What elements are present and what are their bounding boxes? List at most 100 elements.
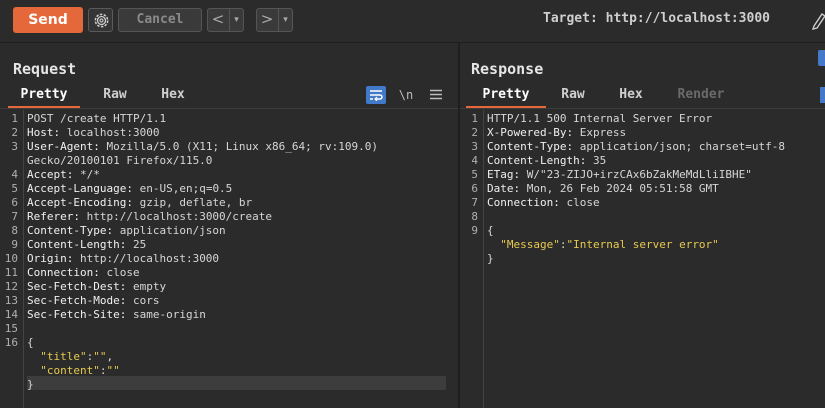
line-number: 9 <box>11 238 18 251</box>
line-content: HTTP/1.1 500 Internal Server Error <box>487 112 713 125</box>
line-number: 4 <box>471 154 478 167</box>
line-number: 1 <box>471 112 478 125</box>
request-tab-raw[interactable]: Raw <box>92 84 138 108</box>
header-name: Accept-Language: <box>27 182 133 195</box>
hamburger-menu-icon <box>430 89 442 100</box>
line-content: Accept-Language: en-US,en;q=0.5 <box>27 182 232 196</box>
request-line: 11 Connection: close <box>0 266 458 280</box>
line-number: 7 <box>471 196 478 209</box>
line-number: 6 <box>11 196 18 209</box>
line-content: ETag: W/"23-ZIJO+irzCAx6bZakMeMdLliIBHE" <box>487 168 752 182</box>
request-line: 3 User-Agent: Mozilla/5.0 (X11; Linux x86… <box>0 140 458 154</box>
line-content: Host: localhost:3000 <box>27 126 159 140</box>
header-name: Referer: <box>27 210 80 223</box>
line-number: 13 <box>4 294 18 307</box>
header-name: ETag: <box>487 168 521 181</box>
forward-arrow-icon: > <box>260 10 274 28</box>
request-tab-pretty[interactable]: Pretty <box>8 84 80 108</box>
request-tab-hex[interactable]: Hex <box>150 84 196 108</box>
json-key: "Message" <box>487 238 560 251</box>
header-name: Sec-Fetch-Site: <box>27 308 127 321</box>
request-line: } <box>0 378 458 392</box>
request-line: 7 Referer: http://localhost:3000/create <box>0 210 458 224</box>
line-number: 6 <box>471 182 478 195</box>
line-number: 2 <box>471 126 478 139</box>
response-tabs-underline <box>460 108 825 109</box>
response-editor[interactable]: 1 HTTP/1.1 500 Internal Server Error 2 X-Po… <box>460 110 825 408</box>
response-line: } <box>460 252 825 266</box>
header-name: Connection: <box>487 196 560 209</box>
header-name: Content-Length: <box>487 154 587 167</box>
response-tabs: Pretty Raw Hex Render <box>460 84 825 108</box>
forward-button[interactable]: > ▾ <box>256 8 293 32</box>
back-history-dropdown[interactable]: ▾ <box>229 9 243 31</box>
request-line: Gecko/20100101 Firefox/115.0 <box>0 154 458 168</box>
back-arrow-icon: < <box>211 10 225 28</box>
json-value: "" <box>93 350 107 363</box>
response-line: 5 ETag: W/"23-ZIJO+irzCAx6bZakMeMdLliIBHE… <box>460 168 825 182</box>
header-name: Sec-Fetch-Mode: <box>27 294 127 307</box>
response-line: 3 Content-Type: application/json; charset… <box>460 140 825 154</box>
request-title: Request <box>13 60 77 78</box>
header-name: X-Powered-By: <box>487 126 574 139</box>
line-number: 1 <box>11 112 18 125</box>
line-number: 16 <box>4 336 18 349</box>
response-tab-pretty[interactable]: Pretty <box>466 84 546 108</box>
request-line: 4 Accept: */* <box>0 168 458 182</box>
header-value: close <box>99 266 140 279</box>
header-value: Express <box>573 126 627 139</box>
request-wrap-toggle[interactable] <box>366 86 386 104</box>
header-value: empty <box>126 280 167 293</box>
line-number: 14 <box>4 308 18 321</box>
header-name: User-Agent: <box>27 140 100 153</box>
header-value: gzip, deflate, br <box>132 196 253 209</box>
toolbar-divider <box>0 42 825 43</box>
line-content: Accept-Encoding: gzip, deflate, br <box>27 196 252 210</box>
line-content: { <box>27 336 34 349</box>
line-number: 8 <box>471 210 478 223</box>
header-value: application/json <box>113 224 226 237</box>
forward-history-dropdown[interactable]: ▾ <box>278 9 292 31</box>
request-newline-toggle[interactable]: \n <box>396 86 416 104</box>
line-number: 8 <box>11 224 18 237</box>
header-name: Date: <box>487 182 521 195</box>
line-content: Content-Type: application/json; charset=… <box>487 140 785 154</box>
request-line: 9 Content-Length: 25 <box>0 238 458 252</box>
response-line: 4 Content-Length: 35 <box>460 154 825 168</box>
header-name: Accept-Encoding: <box>27 196 133 209</box>
target-label: Target: http://localhost:3000 <box>543 11 770 26</box>
header-value: http://localhost:3000 <box>73 252 220 265</box>
request-line: 13 Sec-Fetch-Mode: cors <box>0 294 458 308</box>
header-value: */* <box>73 168 100 181</box>
json-punctuation: , <box>106 350 114 363</box>
line-number: 7 <box>11 210 18 223</box>
line-number: 9 <box>471 224 478 237</box>
header-value: same-origin <box>126 308 206 321</box>
request-line: 8 Content-Type: application/json <box>0 224 458 238</box>
inspector-tab-edge[interactable] <box>818 50 825 66</box>
back-button[interactable]: < ▾ <box>207 8 244 32</box>
settings-button[interactable] <box>88 8 113 32</box>
send-button[interactable]: Send <box>13 7 83 33</box>
edit-target-icon[interactable] <box>812 10 825 30</box>
header-name: Connection: <box>27 266 100 279</box>
request-editor[interactable]: 1 POST /create HTTP/1.1 2 Host: localhost:3… <box>0 110 458 408</box>
line-content: POST /create HTTP/1.1 <box>27 112 167 125</box>
header-name: Content-Length: <box>27 238 127 251</box>
response-tab-raw[interactable]: Raw <box>550 84 596 108</box>
request-menu-button[interactable] <box>426 86 446 104</box>
response-line: 8 <box>460 210 825 224</box>
line-number: 3 <box>11 140 18 153</box>
request-line: 12 Sec-Fetch-Dest: empty <box>0 280 458 294</box>
line-content: "content":"" <box>27 364 120 378</box>
line-content: Accept: */* <box>27 168 100 182</box>
gear-icon <box>94 13 109 28</box>
response-tab-hex[interactable]: Hex <box>608 84 654 108</box>
line-content: Referer: http://localhost:3000/create <box>27 210 272 224</box>
json-key: "title" <box>27 350 87 363</box>
request-line: 14 Sec-Fetch-Site: same-origin <box>0 308 458 322</box>
line-content: Sec-Fetch-Site: same-origin <box>27 308 206 322</box>
response-tool-edge[interactable] <box>820 87 825 103</box>
cancel-button[interactable]: Cancel <box>118 8 202 32</box>
header-name: Content-Type: <box>27 224 114 237</box>
